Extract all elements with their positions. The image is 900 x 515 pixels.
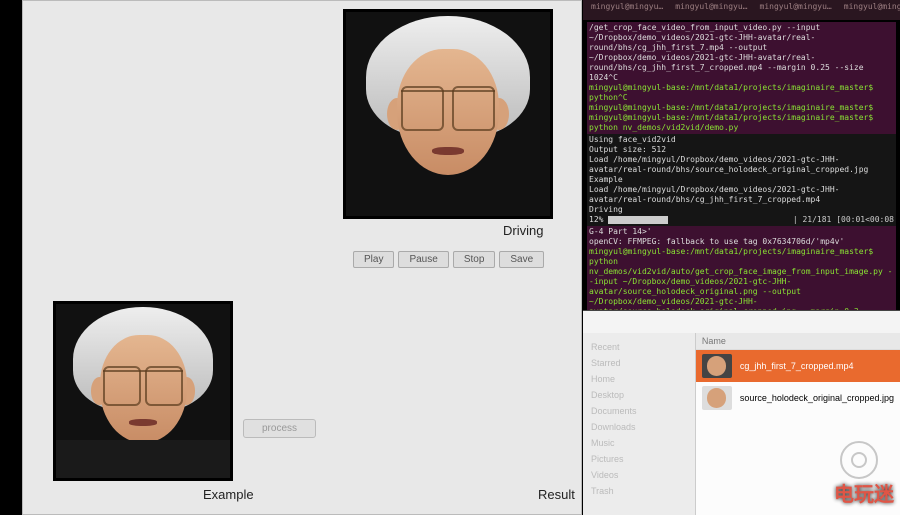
driving-frame <box>343 9 553 219</box>
sidebar-item[interactable]: Documents <box>591 403 687 419</box>
progress-percent: 12% <box>589 215 603 224</box>
sidebar-item[interactable]: Videos <box>591 467 687 483</box>
terminal-tab[interactable]: mingyul@mingyu… <box>760 2 832 18</box>
playback-toolbar: Play Pause Stop Save <box>353 251 544 268</box>
watermark-text: 电玩迷 <box>834 478 894 507</box>
image-thumbnail-icon <box>702 386 732 410</box>
save-button[interactable]: Save <box>499 251 544 268</box>
example-face-photo <box>56 304 230 478</box>
example-label: Example <box>203 487 254 502</box>
watermark-logo-icon <box>840 441 878 479</box>
sidebar-item[interactable]: Pictures <box>591 451 687 467</box>
example-frame <box>53 301 233 481</box>
video-thumbnail-icon <box>702 354 732 378</box>
terminal-output: /get_crop_face_video_from_input_video.py… <box>587 22 896 134</box>
progress-bar <box>608 216 668 224</box>
play-button[interactable]: Play <box>353 251 394 268</box>
result-label: Result <box>538 487 575 502</box>
sidebar-item[interactable]: Recent <box>591 339 687 355</box>
stop-button[interactable]: Stop <box>453 251 496 268</box>
driving-face-render <box>346 12 550 216</box>
process-button[interactable]: process <box>243 419 316 438</box>
terminal-tab[interactable]: mingyul@mingyu… <box>844 2 900 18</box>
sidebar-item[interactable]: Trash <box>591 483 687 499</box>
file-row[interactable]: source_holodeck_original_cropped.jpg <box>696 382 900 414</box>
sidebar-item[interactable]: Home <box>591 371 687 387</box>
file-row[interactable]: cg_jhh_first_7_cropped.mp4 <box>696 350 900 382</box>
pause-button[interactable]: Pause <box>398 251 448 268</box>
sidebar-item[interactable]: Music <box>591 435 687 451</box>
terminal-output: Using face_vid2vid Output size: 512 Load… <box>587 134 896 226</box>
sidebar-item[interactable]: Downloads <box>591 419 687 435</box>
file-name: source_holodeck_original_cropped.jpg <box>740 393 894 403</box>
terminal-tab[interactable]: mingyul@mingyu… <box>675 2 747 18</box>
driving-label: Driving <box>503 223 543 238</box>
sidebar-item[interactable]: Starred <box>591 355 687 371</box>
terminal-tabs: mingyul@mingyu… mingyul@mingyu… mingyul@… <box>583 0 900 20</box>
progress-status: | 21/181 [00:01<00:08 <box>793 215 894 225</box>
sidebar-item[interactable]: Desktop <box>591 387 687 403</box>
file-name: cg_jhh_first_7_cropped.mp4 <box>740 361 854 371</box>
terminal-tab[interactable]: mingyul@mingyu… <box>591 2 663 18</box>
file-manager-sidebar: Recent Starred Home Desktop Documents Do… <box>583 333 696 515</box>
vid2vid-app-window: Driving Play Pause Stop Save Example pro… <box>22 0 582 515</box>
terminal-window[interactable]: mingyul@mingyu… mingyul@mingyu… mingyul@… <box>583 0 900 310</box>
column-header-name[interactable]: Name <box>696 333 900 350</box>
